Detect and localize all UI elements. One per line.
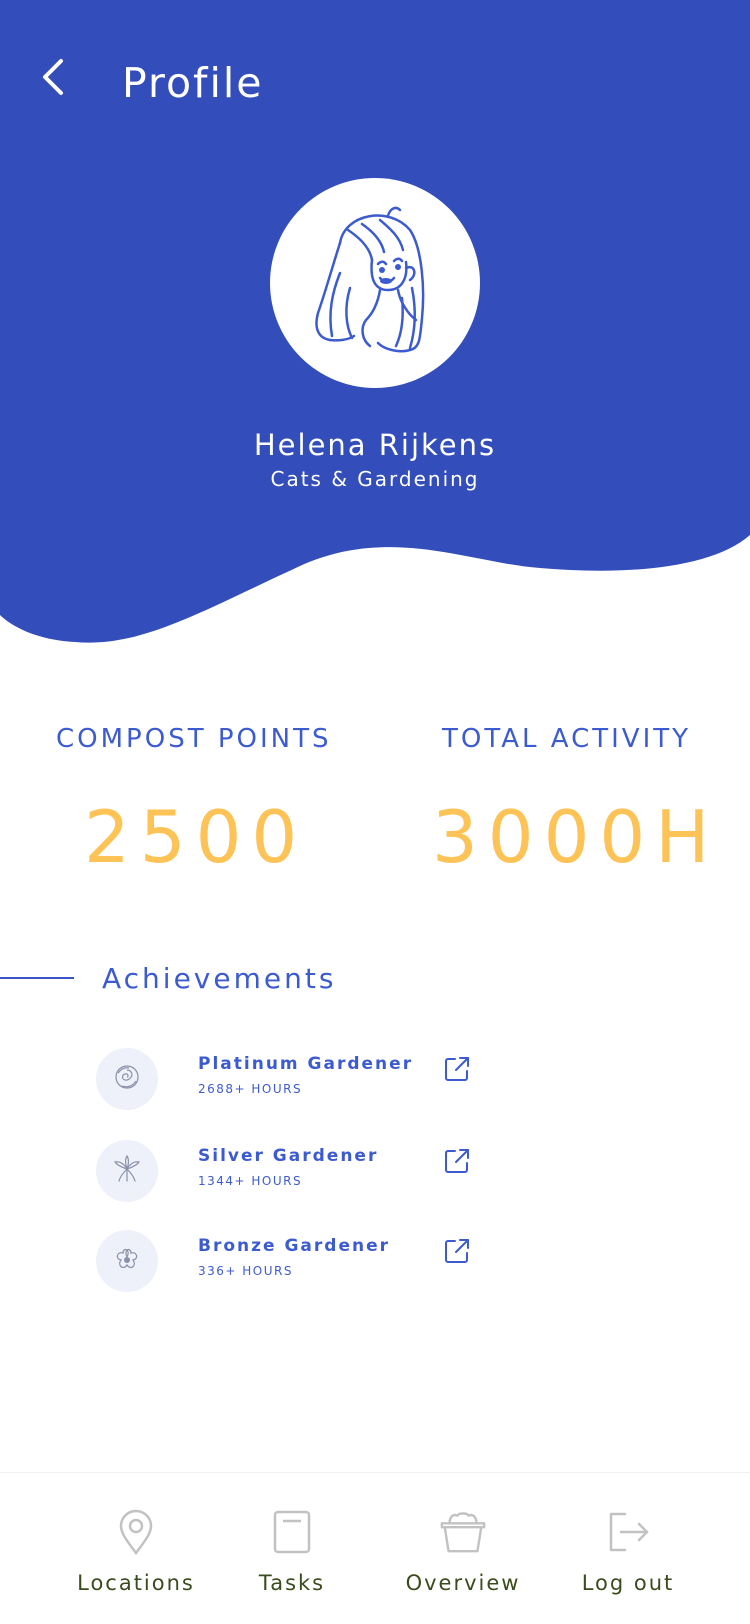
section-divider <box>0 977 74 979</box>
external-link-icon <box>443 1237 471 1269</box>
open-external-button[interactable] <box>442 1056 472 1086</box>
achievement-title: Platinum Gardener <box>198 1054 414 1074</box>
nav-label: Locations <box>77 1571 195 1595</box>
total-activity-label: TOTAL ACTIVITY <box>442 724 691 754</box>
rose-icon <box>111 1061 143 1097</box>
blossom-icon <box>111 1243 143 1279</box>
basket-icon <box>438 1507 488 1557</box>
nav-item-overview[interactable]: Overview <box>400 1473 526 1624</box>
achievement-item-bronze[interactable]: Bronze Gardener 336+ HOURS <box>96 1230 476 1294</box>
logout-icon <box>603 1507 653 1557</box>
compost-points-value: 2500 <box>84 795 308 879</box>
achievement-badge <box>96 1230 158 1292</box>
achievement-item-platinum[interactable]: Platinum Gardener 2688+ HOURS <box>96 1048 476 1112</box>
back-button[interactable] <box>40 58 84 108</box>
user-tagline: Cats & Gardening <box>270 467 480 491</box>
achievement-title: Bronze Gardener <box>198 1236 390 1256</box>
page-title: Profile <box>122 59 264 107</box>
achievement-badge <box>96 1048 158 1110</box>
lily-icon <box>111 1153 143 1189</box>
nav-label: Log out <box>581 1571 675 1595</box>
open-external-button[interactable] <box>442 1238 472 1268</box>
achievement-badge <box>96 1140 158 1202</box>
open-external-button[interactable] <box>442 1148 472 1178</box>
achievement-item-silver[interactable]: Silver Gardener 1344+ HOURS <box>96 1140 476 1204</box>
external-link-icon <box>443 1147 471 1179</box>
total-activity-value: 3000H <box>432 795 720 879</box>
girl-illustration-icon <box>315 206 425 353</box>
nav-label: Tasks <box>258 1571 326 1595</box>
nav-item-tasks[interactable]: Tasks <box>232 1473 352 1624</box>
achievement-subtitle: 336+ HOURS <box>198 1264 293 1278</box>
nav-item-logout[interactable]: Log out <box>572 1473 684 1624</box>
nav-item-locations[interactable]: Locations <box>66 1473 206 1624</box>
achievements-title: Achievements <box>102 962 337 995</box>
achievement-subtitle: 2688+ HOURS <box>198 1082 303 1096</box>
external-link-icon <box>443 1055 471 1087</box>
compost-points-label: COMPOST POINTS <box>56 724 332 754</box>
bottom-navigation: Locations Tasks Overview Log out <box>0 1472 750 1624</box>
avatar[interactable] <box>270 178 480 388</box>
location-pin-icon <box>111 1507 161 1557</box>
achievement-title: Silver Gardener <box>198 1146 379 1166</box>
profile-header: Profile Helena Rijkens Cats & Gardening <box>0 0 750 660</box>
document-icon <box>267 1507 317 1557</box>
nav-label: Overview <box>405 1571 521 1595</box>
achievement-subtitle: 1344+ HOURS <box>198 1174 303 1188</box>
user-name: Helena Rijkens <box>253 428 497 462</box>
